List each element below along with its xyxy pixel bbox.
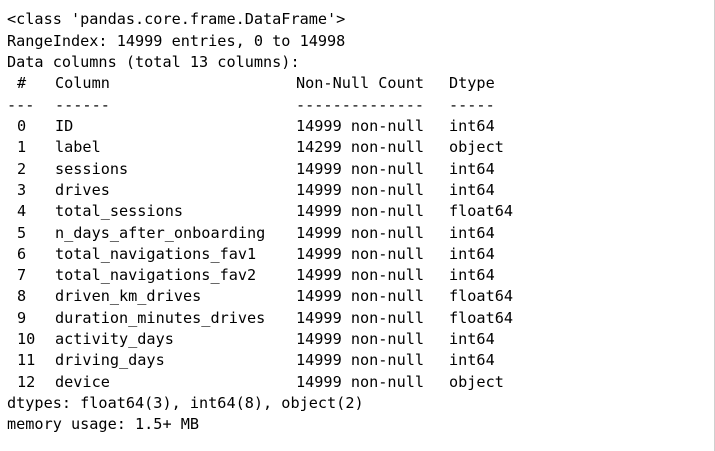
table-row: 3 drives 14999 non-null int64 — [7, 180, 707, 201]
row-index: 1 — [17, 138, 27, 157]
class-line: <class 'pandas.core.frame.DataFrame'> — [7, 10, 346, 28]
row-column-name: activity_days — [55, 330, 174, 348]
table-row: 4 total_sessions 14999 non-null float64 — [7, 201, 707, 222]
row-column-name: sessions — [55, 159, 129, 178]
row-non-null-count: 14999 non-null — [296, 180, 425, 199]
row-non-null-count: 14999 non-null — [296, 351, 425, 370]
row-index: 8 — [17, 287, 27, 306]
separator-hash: --- — [7, 96, 35, 114]
table-row: 0 ID 14999 non-null int64 — [7, 116, 707, 137]
row-index: 9 — [17, 308, 27, 327]
row-dtype: int64 — [449, 159, 495, 178]
row-non-null-count: 14999 non-null — [296, 266, 425, 285]
row-index: 11 — [17, 351, 36, 370]
row-column-name: total_navigations_fav2 — [55, 266, 257, 285]
row-dtype: object — [449, 372, 504, 391]
row-non-null-count: 14999 non-null — [296, 202, 425, 221]
table-row: 8 driven_km_drives 14999 non-null float64 — [7, 286, 707, 307]
range-index-line: RangeIndex: 14999 entries, 0 to 14998 — [7, 32, 346, 50]
row-non-null-count: 14999 non-null — [296, 308, 425, 327]
table-row: 11 driving_days 14999 non-null int64 — [7, 350, 707, 371]
row-non-null-count: 14999 non-null — [296, 117, 425, 135]
row-column-name: label — [55, 138, 101, 157]
row-column-name: total_navigations_fav1 — [55, 244, 257, 263]
row-dtype: float64 — [449, 308, 514, 327]
table-row: 6 total_navigations_fav1 14999 non-null int… — [7, 244, 707, 265]
separator-dtype: ----- — [449, 96, 495, 114]
row-dtype: object — [449, 138, 504, 157]
row-non-null-count: 14999 non-null — [296, 159, 425, 178]
table-separator-row: --- ------ -------------- ----- — [7, 95, 707, 116]
row-column-name: total_sessions — [55, 202, 184, 221]
row-column-name: driving_days — [55, 351, 165, 370]
row-dtype: int64 — [449, 180, 495, 199]
row-dtype: int64 — [449, 266, 495, 285]
table-row: 2 sessions 14999 non-null int64 — [7, 159, 707, 180]
header-hash: # — [17, 74, 27, 92]
row-index: 3 — [17, 180, 27, 199]
header-column: Column — [55, 74, 110, 92]
row-non-null-count: 14299 non-null — [296, 138, 425, 157]
row-dtype: float64 — [449, 202, 514, 221]
row-column-name: duration_minutes_drives — [55, 308, 266, 327]
row-index: 4 — [17, 202, 27, 221]
table-row: 1 label 14299 non-null object — [7, 137, 707, 158]
row-dtype: int64 — [449, 244, 495, 263]
row-dtype: float64 — [449, 287, 514, 306]
table-row: 7 total_navigations_fav2 14999 non-null int… — [7, 265, 707, 286]
row-column-name: n_days_after_onboarding — [55, 223, 266, 242]
row-index: 7 — [17, 266, 27, 285]
table-header-row: # Column Non-Null Count Dtype — [7, 73, 707, 94]
row-column-name: ID — [55, 117, 74, 135]
row-index: 0 — [17, 117, 27, 135]
row-index: 12 — [17, 372, 36, 391]
row-column-name: driven_km_drives — [55, 287, 202, 306]
dtypes-line: dtypes: float64(3), int64(8), object(2) — [7, 394, 364, 412]
row-index: 2 — [17, 159, 27, 178]
table-row: 9 duration_minutes_drives 14999 non-null fl… — [7, 308, 707, 329]
row-non-null-count: 14999 non-null — [296, 287, 425, 306]
separator-count: -------------- — [296, 96, 425, 114]
row-non-null-count: 14999 non-null — [296, 330, 425, 348]
row-non-null-count: 14999 non-null — [296, 372, 425, 391]
memory-usage-line: memory usage: 1.5+ MB — [7, 415, 200, 433]
separator-column: ------ — [55, 96, 110, 114]
row-column-name: device — [55, 372, 110, 391]
table-row: 5 n_days_after_onboarding 14999 non-null in… — [7, 223, 707, 244]
header-count: Non-Null Count — [296, 74, 425, 92]
row-column-name: drives — [55, 180, 110, 199]
table-row: 10 activity_days 14999 non-null int64 — [7, 329, 707, 350]
data-columns-line: Data columns (total 13 columns): — [7, 53, 300, 71]
header-dtype: Dtype — [449, 74, 495, 92]
row-dtype: int64 — [449, 117, 495, 135]
row-dtype: int64 — [449, 351, 495, 370]
row-index: 6 — [17, 244, 27, 263]
row-index: 10 — [17, 330, 36, 348]
row-index: 5 — [17, 223, 27, 242]
row-dtype: int64 — [449, 330, 495, 348]
row-non-null-count: 14999 non-null — [296, 244, 425, 263]
row-dtype: int64 — [449, 223, 495, 242]
table-row: 12 device 14999 non-null object — [7, 372, 707, 393]
row-non-null-count: 14999 non-null — [296, 223, 425, 242]
dataframe-info-output: <class 'pandas.core.frame.DataFrame'> Ra… — [0, 0, 715, 451]
